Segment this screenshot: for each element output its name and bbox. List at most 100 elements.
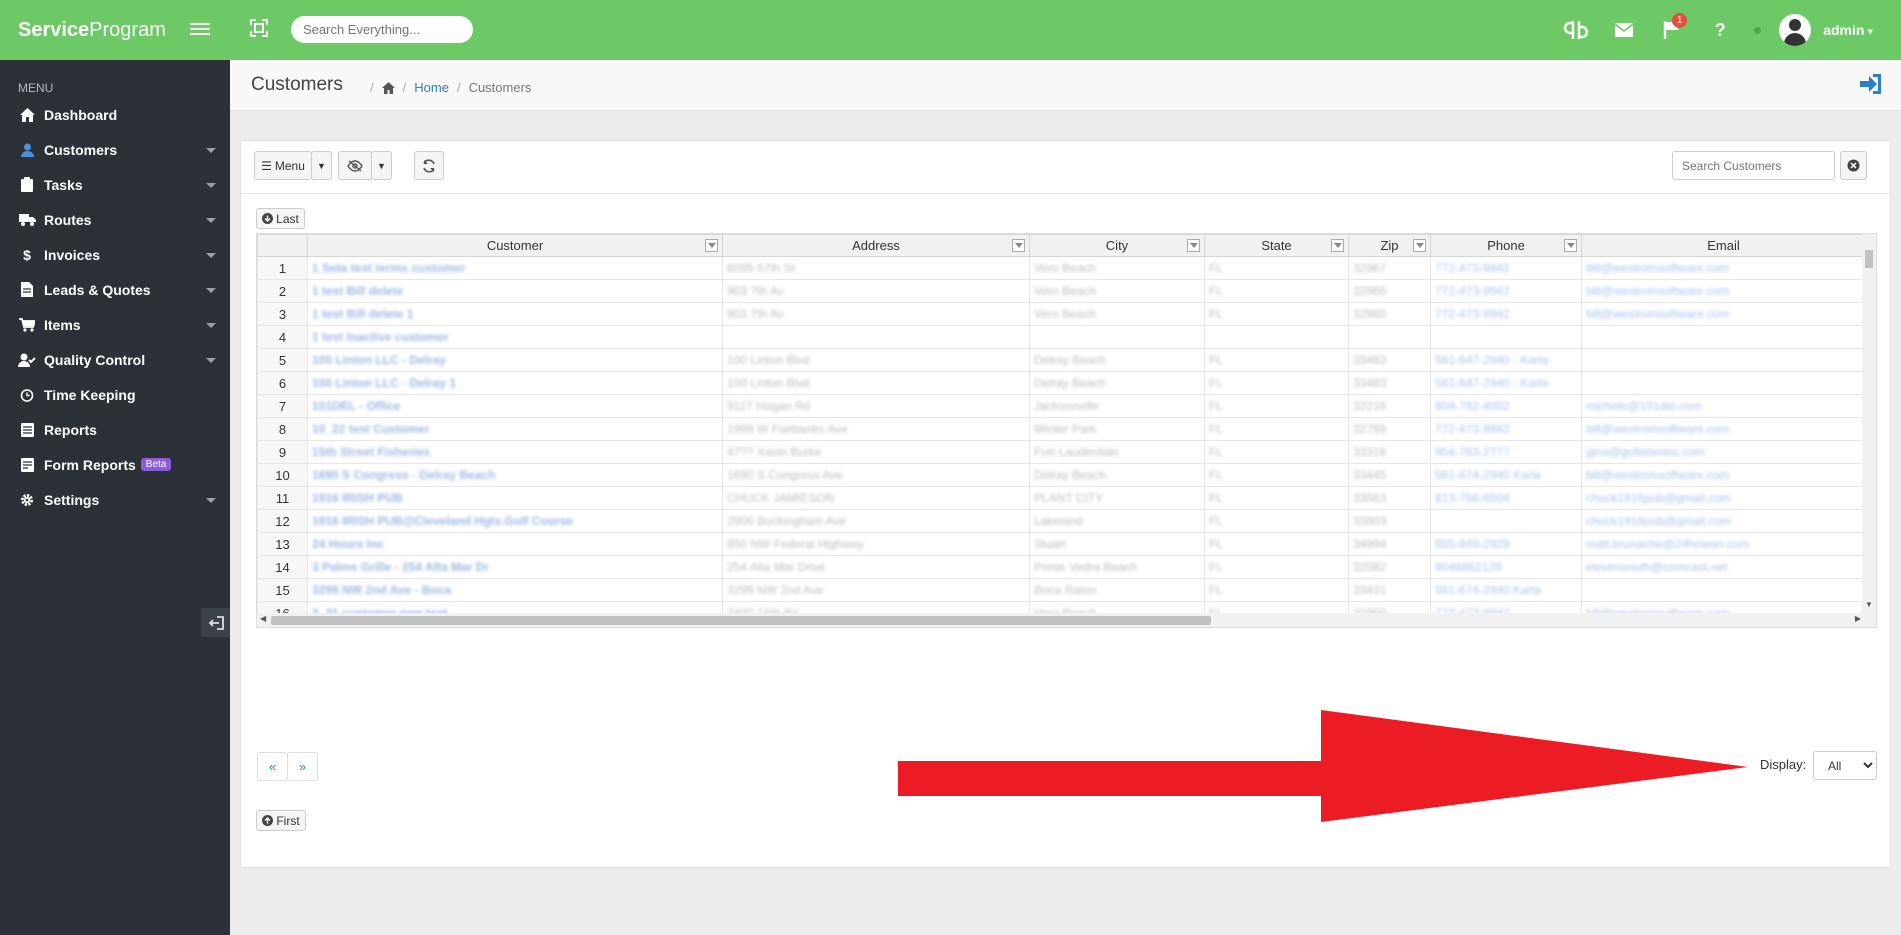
filter-icon[interactable] bbox=[1413, 239, 1426, 252]
menu-dropdown-button[interactable]: ▼ bbox=[311, 151, 332, 180]
column-header-phone[interactable]: Phone bbox=[1430, 234, 1582, 257]
table-row[interactable]: 7 101DEL - Office 9117 Hogan Rd Jacksonvill… bbox=[257, 394, 1866, 418]
sidebar-item-customers[interactable]: Customers bbox=[0, 132, 230, 167]
table-cell[interactable]: 772-473-9942 bbox=[1430, 302, 1582, 326]
table-cell[interactable]: chuck1916pub@gmail.com bbox=[1581, 486, 1866, 510]
table-cell[interactable]: 1916 IRISH PUB bbox=[307, 486, 723, 510]
table-cell[interactable]: 24 Hours Inc bbox=[307, 532, 723, 556]
table-cell[interactable]: 1 test Bill delete bbox=[307, 279, 723, 303]
table-row[interactable]: 6 100 Linton LLC - Delray 1 100 Linton Blv… bbox=[257, 371, 1866, 395]
table-cell[interactable]: 1 test Inactive customer bbox=[307, 325, 723, 349]
table-cell[interactable]: 1 test Bill delete 1 bbox=[307, 302, 723, 326]
mail-icon[interactable] bbox=[1609, 15, 1639, 45]
table-row[interactable]: 21 test Bill delete 903 7th Av Vero Beach F… bbox=[257, 279, 1866, 303]
table-cell[interactable]: elevensouth@comcast.net bbox=[1581, 555, 1866, 579]
table-cell[interactable]: 561-674-2940 Karla bbox=[1430, 463, 1582, 487]
table-cell[interactable]: 954-763-2777 bbox=[1430, 440, 1582, 464]
column-header-city[interactable]: City bbox=[1029, 234, 1205, 257]
scroll-down-icon[interactable]: ▼ bbox=[1865, 600, 1873, 609]
table-cell[interactable]: bill@westromsoftware.com bbox=[1581, 302, 1866, 326]
table-cell[interactable]: 9046862128 bbox=[1430, 555, 1582, 579]
scroll-left-icon[interactable]: ◀ bbox=[260, 614, 266, 623]
table-row[interactable]: 12 1916 IRISH PUB@Cleveland Hgts.Golf Cou… bbox=[257, 509, 1866, 533]
column-header-zip[interactable]: Zip bbox=[1348, 234, 1431, 257]
filter-icon[interactable] bbox=[1331, 239, 1344, 252]
first-page-button[interactable]: First bbox=[256, 810, 306, 831]
search-everything-input[interactable] bbox=[291, 16, 473, 43]
sidebar-item-tasks[interactable]: Tasks bbox=[0, 167, 230, 202]
home-icon[interactable] bbox=[381, 81, 395, 94]
quickbooks-icon[interactable] bbox=[1561, 15, 1591, 45]
filter-icon[interactable] bbox=[1012, 239, 1025, 252]
sidebar-item-leads-quotes[interactable]: Leads & Quotes bbox=[0, 272, 230, 307]
table-cell[interactable]: 561-674-2940 Karla bbox=[1430, 578, 1582, 602]
search-customers-input[interactable] bbox=[1672, 151, 1835, 180]
table-row[interactable]: 13 24 Hours Inc 850 NW Federal Highway Stua… bbox=[257, 532, 1866, 556]
hide-columns-dropdown-button[interactable]: ▼ bbox=[371, 151, 392, 180]
breadcrumb-home-link[interactable]: Home bbox=[414, 80, 449, 95]
display-select[interactable]: All bbox=[1813, 751, 1877, 780]
filter-icon[interactable] bbox=[1564, 239, 1577, 252]
column-header-state[interactable]: State bbox=[1204, 234, 1349, 257]
table-row[interactable]: 11 Seta test terms customer 6095 57th St V… bbox=[257, 256, 1866, 280]
table-cell[interactable]: 772-473-9942 bbox=[1430, 417, 1582, 441]
hide-columns-button[interactable] bbox=[338, 151, 372, 180]
table-row[interactable]: 15 3299 NW 2nd Ave - Boca 3299 NW 2nd Ave B… bbox=[257, 578, 1866, 602]
table-cell[interactable]: gina@gofisheries.com bbox=[1581, 440, 1866, 464]
table-cell[interactable]: 813-756-6504 bbox=[1430, 486, 1582, 510]
user-menu[interactable]: admin bbox=[1823, 22, 1873, 38]
table-cell[interactable]: bill@westromsoftware.com bbox=[1581, 279, 1866, 303]
table-cell[interactable] bbox=[1581, 348, 1866, 372]
table-cell[interactable] bbox=[1581, 371, 1866, 395]
sidebar-item-time-keeping[interactable]: Time Keeping bbox=[0, 377, 230, 412]
table-cell[interactable]: bill@westromsoftware.com bbox=[1581, 256, 1866, 280]
refresh-button[interactable] bbox=[414, 151, 444, 180]
table-cell[interactable] bbox=[1581, 578, 1866, 602]
table-cell[interactable]: 1 Seta test terms customer bbox=[307, 256, 723, 280]
logout-icon[interactable] bbox=[1859, 73, 1883, 97]
last-page-button[interactable]: Last bbox=[256, 208, 305, 229]
hamburger-menu-icon[interactable] bbox=[190, 20, 210, 38]
table-row[interactable]: 5 100 Linton LLC - Delray 100 Linton Blvd D… bbox=[257, 348, 1866, 372]
table-cell[interactable]: michele@101del.com bbox=[1581, 394, 1866, 418]
table-cell[interactable] bbox=[1430, 325, 1582, 349]
table-row[interactable]: 14 3 Palms Grille - 254 Alta Mar Dr 254 Al… bbox=[257, 555, 1866, 579]
table-row[interactable]: 41 test Inactive customer bbox=[257, 325, 1866, 349]
column-header-email[interactable]: Email bbox=[1581, 234, 1866, 257]
table-cell[interactable]: 101DEL - Office bbox=[307, 394, 723, 418]
clear-search-button[interactable] bbox=[1840, 151, 1867, 180]
filter-icon[interactable] bbox=[1187, 239, 1200, 252]
table-cell[interactable]: 904-762-4002 bbox=[1430, 394, 1582, 418]
table-cell[interactable]: 15th Street Fisheries bbox=[307, 440, 723, 464]
column-header-customer[interactable]: Customer bbox=[307, 234, 723, 257]
sidebar-item-quality-control[interactable]: Quality Control bbox=[0, 342, 230, 377]
table-cell[interactable]: chuck1916pub@gmail.com bbox=[1581, 509, 1866, 533]
sidebar-item-invoices[interactable]: $ Invoices bbox=[0, 237, 230, 272]
help-icon[interactable]: ? bbox=[1705, 15, 1735, 45]
table-cell[interactable]: 772-473-9942 bbox=[1430, 279, 1582, 303]
sidebar-item-dashboard[interactable]: Dashboard bbox=[0, 97, 230, 132]
table-cell[interactable]: 561-647-2940 - Karla bbox=[1430, 371, 1582, 395]
table-cell[interactable]: 10_22 test Customer bbox=[307, 417, 723, 441]
table-cell[interactable]: 100 Linton LLC - Delray bbox=[307, 348, 723, 372]
flag-icon[interactable]: 1 bbox=[1657, 13, 1688, 45]
scroll-right-icon[interactable]: ▶ bbox=[1855, 614, 1861, 623]
next-page-button[interactable]: » bbox=[287, 752, 318, 781]
collapse-sidebar-icon[interactable] bbox=[201, 608, 230, 637]
table-row[interactable]: 10 1690 S Congress - Delray Beach 1690 S C… bbox=[257, 463, 1866, 487]
sidebar-item-settings[interactable]: Settings bbox=[0, 482, 230, 517]
avatar[interactable] bbox=[1779, 14, 1812, 46]
table-cell[interactable]: bill@westromsoftware.com bbox=[1581, 463, 1866, 487]
table-cell[interactable]: 772-473-9942 bbox=[1430, 256, 1582, 280]
sidebar-item-form-reports[interactable]: Form Reports Beta bbox=[0, 447, 230, 482]
table-cell[interactable] bbox=[1430, 509, 1582, 533]
filter-icon[interactable] bbox=[705, 239, 718, 252]
menu-button[interactable]: ☰ Menu bbox=[254, 151, 312, 180]
sidebar-item-items[interactable]: Items bbox=[0, 307, 230, 342]
vertical-scrollbar[interactable]: ▼ bbox=[1862, 234, 1876, 627]
table-cell[interactable]: 855-849-2929 bbox=[1430, 532, 1582, 556]
table-cell[interactable]: 1916 IRISH PUB@Cleveland Hgts.Golf Cours… bbox=[307, 509, 723, 533]
sidebar-item-routes[interactable]: Routes bbox=[0, 202, 230, 237]
table-cell[interactable] bbox=[1581, 325, 1866, 349]
table-cell[interactable]: 3299 NW 2nd Ave - Boca bbox=[307, 578, 723, 602]
